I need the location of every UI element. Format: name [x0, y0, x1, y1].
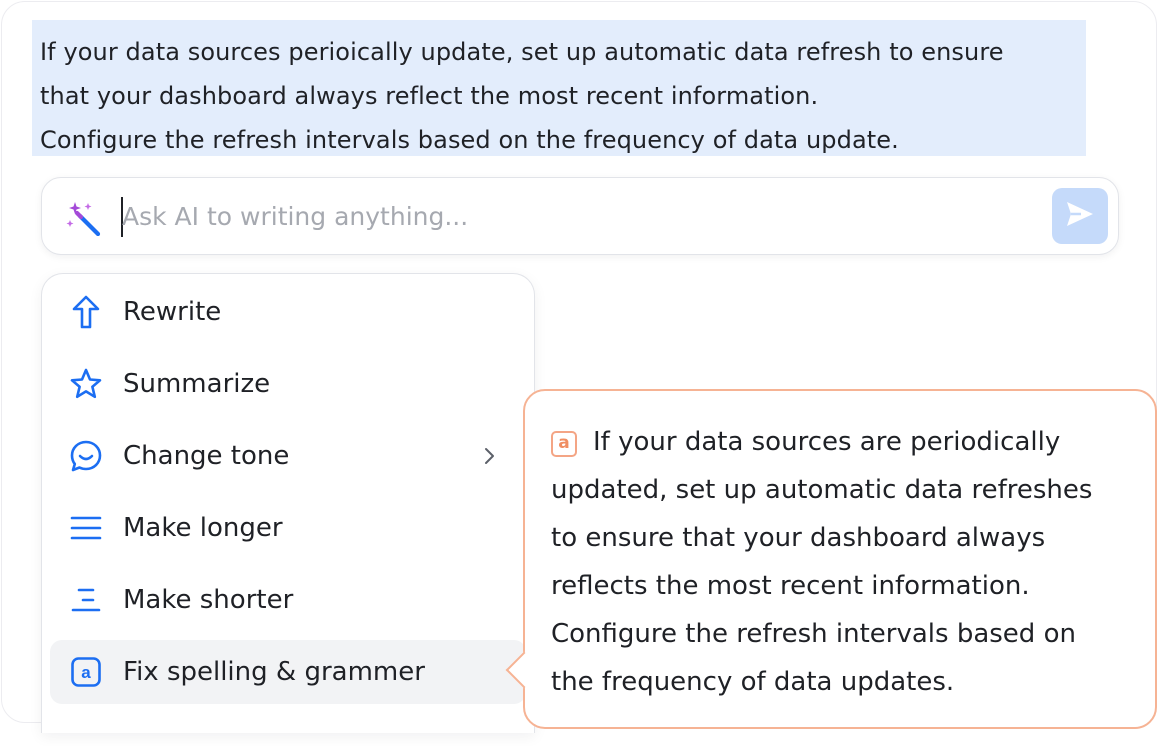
chat-bubble-icon	[68, 438, 104, 474]
suggestion-line: Configure the refresh intervals based on	[551, 619, 1076, 649]
send-icon	[1064, 198, 1096, 234]
send-button[interactable]	[1052, 188, 1108, 244]
menu-item-make-shorter[interactable]: Make shorter	[50, 568, 526, 632]
star-icon	[68, 366, 104, 402]
selected-text-line: If your data sources perioically update,…	[40, 38, 1004, 66]
suggestion-line: updated, set up automatic data refreshes	[551, 475, 1093, 505]
suggestion-preview[interactable]: a If your data sources are periodically u…	[505, 389, 1157, 729]
lines-icon	[68, 510, 104, 546]
menu-item-label: Rewrite	[123, 297, 222, 327]
menu-item-change-tone[interactable]: Change tone	[50, 424, 526, 488]
menu-item-summarize[interactable]: Summarize	[50, 352, 526, 416]
arrow-up-icon	[68, 294, 104, 330]
selected-text-line: that your dashboard always reflect the m…	[40, 82, 819, 110]
menu-item-label: Fix spelling & grammer	[123, 657, 425, 687]
svg-text:a: a	[81, 663, 91, 682]
menu-item-make-longer[interactable]: Make longer	[50, 496, 526, 560]
menu-item-label: Make shorter	[123, 585, 294, 615]
ask-ai-input[interactable]	[122, 192, 1042, 240]
ask-ai-bar	[41, 177, 1119, 255]
ai-action-menu: Rewrite Summarize Change tone Make longe…	[41, 273, 535, 733]
spellcheck-icon: a	[68, 654, 104, 690]
suggestion-line: the frequency of data updates.	[551, 667, 955, 697]
suggestion-line: reflects the most recent information.	[551, 571, 1030, 601]
menu-item-label: Make longer	[123, 513, 283, 543]
menu-item-label: Summarize	[123, 369, 271, 399]
suggestion-line: If your data sources are periodically	[593, 427, 1061, 457]
selected-text-line: Configure the refresh intervals based on…	[40, 126, 899, 154]
selected-text[interactable]: If your data sources perioically update,…	[32, 20, 1086, 156]
suggestion-text: a If your data sources are periodically u…	[551, 418, 1151, 706]
menu-item-label: Change tone	[123, 441, 290, 471]
chevron-right-icon	[478, 444, 502, 468]
menu-item-fix-spelling[interactable]: a Fix spelling & grammer	[50, 640, 526, 704]
spellcheck-badge-icon: a	[551, 431, 577, 457]
short-lines-icon	[68, 582, 104, 618]
suggestion-line: to ensure that your dashboard always	[551, 523, 1046, 553]
menu-item-rewrite[interactable]: Rewrite	[50, 280, 526, 344]
magic-wand-icon	[66, 200, 102, 237]
